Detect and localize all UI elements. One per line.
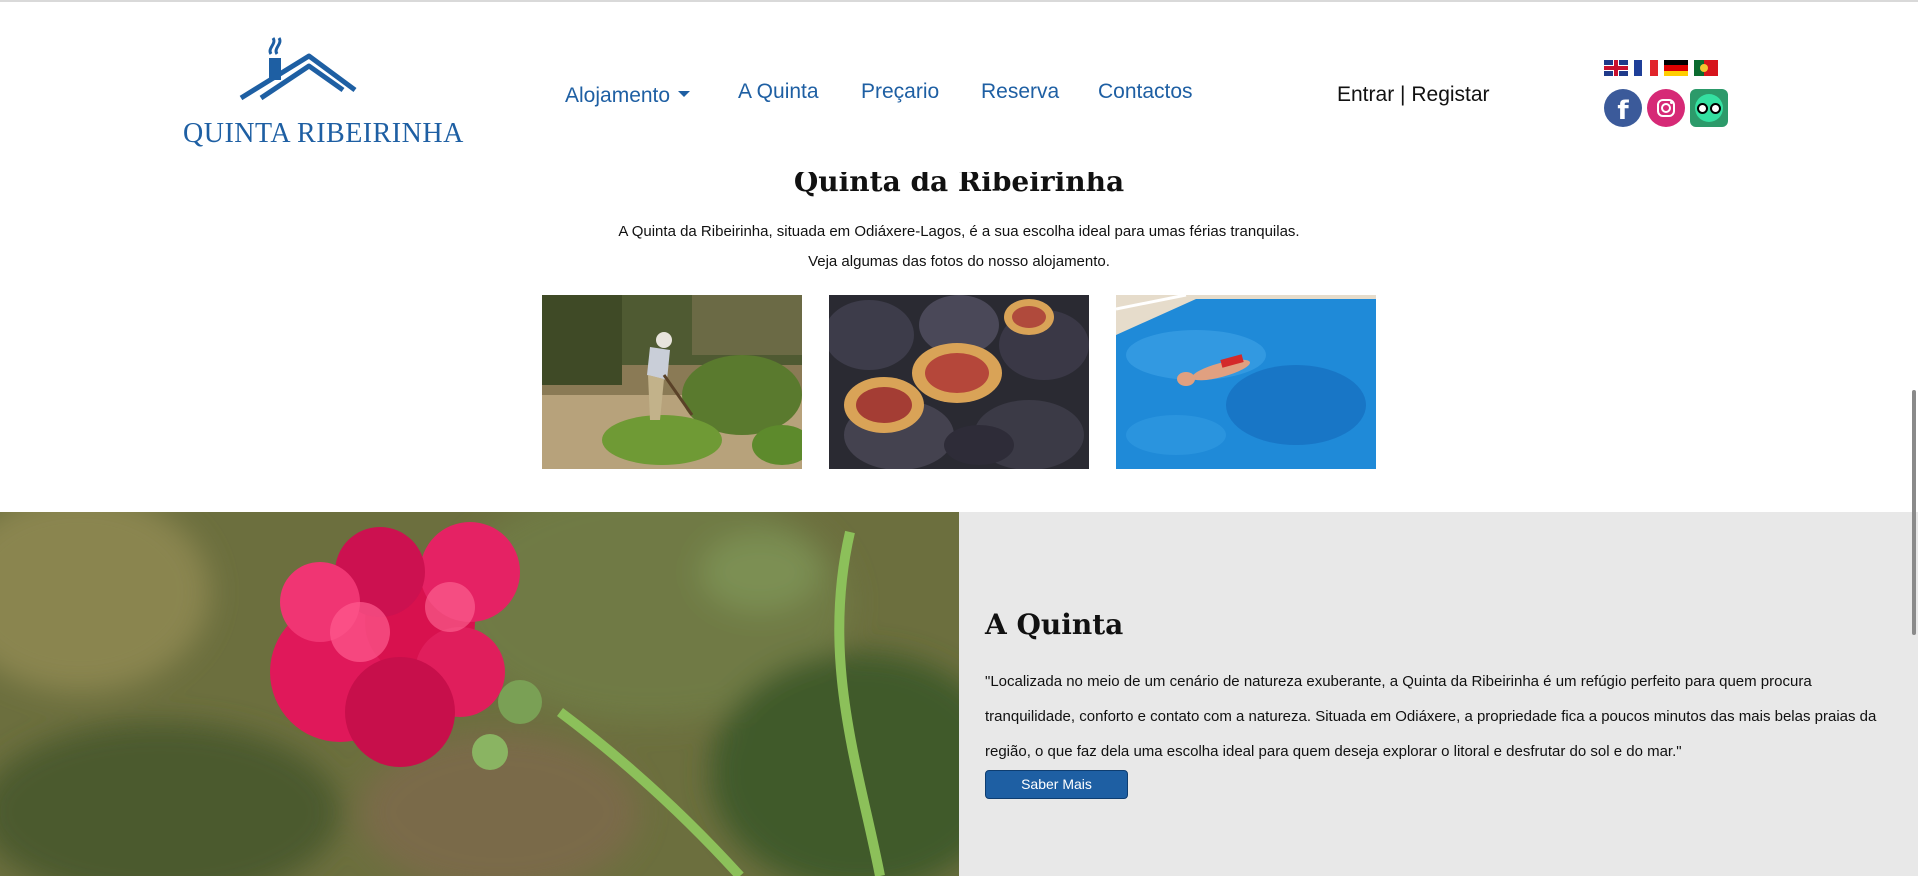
nav-a-quinta[interactable]: A Quinta	[738, 80, 819, 104]
instagram-icon[interactable]	[1647, 89, 1685, 127]
chevron-down-icon	[678, 91, 691, 98]
figs-photo[interactable]	[829, 295, 1089, 469]
house-logo-icon	[239, 37, 357, 101]
login-link[interactable]: Entrar	[1337, 83, 1394, 106]
tripadvisor-icon[interactable]	[1690, 89, 1728, 127]
french-flag-icon[interactable]	[1634, 60, 1658, 76]
geranium-photo	[0, 512, 959, 876]
auth-links: Entrar | Registar	[1337, 83, 1490, 107]
page-scrollbar[interactable]	[1912, 390, 1916, 635]
nav-alojamento-label: Alojamento	[565, 84, 671, 107]
gardener-photo[interactable]	[542, 295, 802, 469]
swimming-pool-photo[interactable]	[1116, 295, 1376, 469]
logo-text: QUINTA RIBEIRINHA	[183, 118, 464, 149]
auth-separator: |	[1400, 83, 1406, 106]
register-link[interactable]: Registar	[1411, 83, 1489, 106]
a-quinta-section: A Quinta "Localizada no meio de um cenár…	[959, 512, 1918, 876]
nav-contactos[interactable]: Contactos	[1098, 80, 1193, 104]
site-header: QUINTA RIBEIRINHA Alojamento A Quinta Pr…	[0, 2, 1918, 172]
facebook-icon[interactable]: f	[1604, 89, 1642, 127]
intro-description: A Quinta da Ribeirinha, situada em Odiáx…	[618, 223, 1300, 240]
site-logo[interactable]: QUINTA RIBEIRINHA	[183, 36, 464, 156]
section-title: A Quinta	[985, 608, 1124, 641]
german-flag-icon[interactable]	[1664, 60, 1688, 76]
nav-alojamento[interactable]: Alojamento	[565, 84, 691, 108]
intro-photos-caption: Veja algumas das fotos do nosso alojamen…	[808, 253, 1110, 270]
section-description: "Localizada no meio de um cenário de nat…	[985, 673, 1877, 760]
nav-reserva[interactable]: Reserva	[981, 80, 1059, 104]
english-flag-icon[interactable]	[1604, 60, 1628, 76]
saber-mais-button[interactable]: Saber Mais	[985, 770, 1128, 799]
portuguese-flag-icon[interactable]	[1694, 60, 1718, 76]
nav-precario[interactable]: Preçario	[861, 80, 939, 104]
